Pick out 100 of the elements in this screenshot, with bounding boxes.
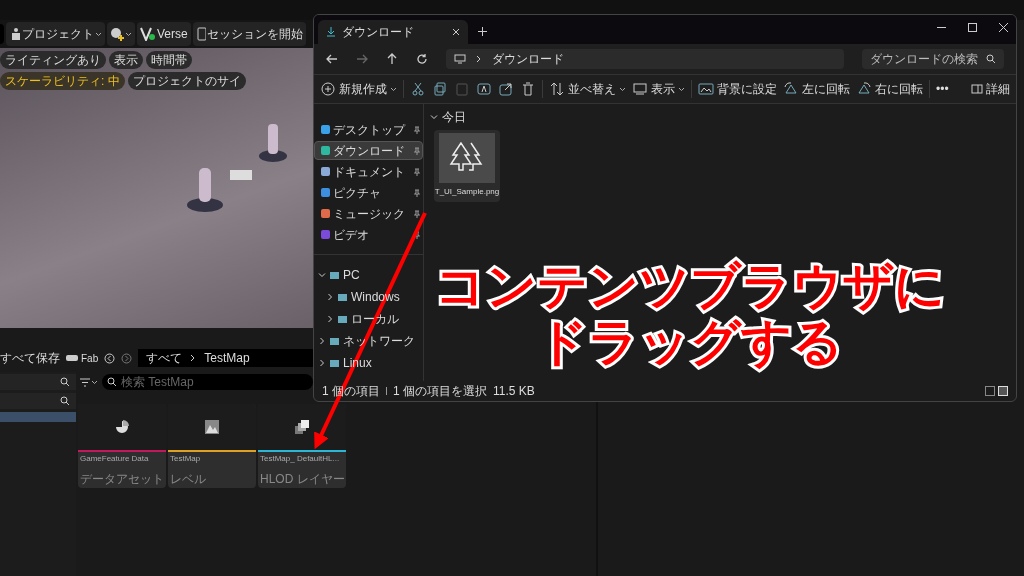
up-icon[interactable]: [386, 53, 398, 65]
share-icon: [498, 81, 514, 97]
back-icon[interactable]: [104, 352, 116, 364]
viewport-option-button[interactable]: ライティングあり: [0, 51, 106, 69]
asset-name: GameFeature Data: [80, 454, 150, 464]
pin-icon[interactable]: [414, 167, 420, 176]
nav-item[interactable]: ビデオ: [314, 225, 423, 244]
file-name: T_UI_Sample.png: [434, 186, 500, 198]
search-field[interactable]: ダウンロードの検索: [862, 49, 1004, 69]
breadcrumb-link[interactable]: TestMap: [204, 349, 250, 367]
rename-icon: [476, 81, 492, 97]
filter-icon[interactable]: [80, 377, 98, 387]
search-field[interactable]: [0, 393, 76, 409]
search-placeholder: 検索 TestMap: [121, 374, 194, 391]
command-button[interactable]: 新規作成: [320, 80, 397, 98]
trash-icon: [520, 81, 536, 97]
toolbar-button[interactable]: [107, 22, 135, 46]
command-button[interactable]: [476, 81, 492, 97]
asset-type: レベル: [170, 473, 207, 486]
command-button[interactable]: [410, 81, 426, 97]
viewport-option-button[interactable]: 時間帯: [146, 51, 192, 69]
command-button[interactable]: 並べ替え: [549, 80, 626, 98]
drive-icon: [338, 293, 347, 301]
shapes-icon: [110, 27, 124, 41]
tree-item[interactable]: ローカル: [314, 309, 423, 329]
toolbar-button[interactable]: Verse: [137, 22, 191, 46]
nav-label: ピクチャ: [333, 184, 382, 202]
group-header: 今日: [442, 109, 466, 126]
command-button[interactable]: 表示: [632, 80, 685, 98]
command-button[interactable]: 右に回転: [856, 80, 923, 98]
nav-label: デスクトップ: [333, 121, 407, 139]
pin-icon[interactable]: [414, 188, 420, 197]
close-tab-icon[interactable]: [452, 28, 460, 36]
command-button[interactable]: 背景に設定: [698, 80, 777, 98]
nav-item[interactable]: ピクチャ: [314, 183, 423, 202]
download-icon: [326, 27, 336, 37]
nav-item[interactable]: ドキュメント: [314, 162, 423, 181]
pie-chart-icon: [115, 420, 129, 434]
command-button[interactable]: [520, 81, 536, 97]
breadcrumb-link[interactable]: すべて: [146, 349, 183, 367]
tab[interactable]: ダウンロード: [318, 20, 468, 44]
layers-icon: [294, 419, 310, 435]
pin-icon[interactable]: [414, 125, 420, 134]
copy-icon: [432, 81, 448, 97]
paste-icon: [454, 81, 470, 97]
nav-label: ダウンロード: [333, 142, 406, 160]
annotation-text: ドラッグする: [537, 314, 843, 370]
drive-icon: [330, 271, 339, 279]
viewport-option-button[interactable]: スケーラビリティ: 中: [0, 72, 125, 90]
caret-icon: [678, 86, 685, 92]
details-view-icon[interactable]: [985, 386, 995, 396]
tiles-view-icon[interactable]: [998, 386, 1008, 396]
asset-type: データアセット: [80, 473, 164, 486]
nav-item[interactable]: ミュージック: [314, 204, 423, 223]
forward-icon[interactable]: [356, 53, 368, 65]
tree-item[interactable]: PC: [314, 265, 423, 285]
nav-item[interactable]: デスクトップ: [314, 120, 423, 139]
chevron-icon[interactable]: [318, 271, 326, 279]
figure-icon: [9, 27, 21, 41]
search-field[interactable]: [0, 374, 76, 390]
file-item[interactable]: T_UI_Sample.png: [434, 130, 500, 202]
refresh-icon[interactable]: [416, 53, 428, 65]
search-placeholder: ダウンロードの検索: [870, 51, 978, 68]
pin-icon[interactable]: [414, 230, 420, 239]
pin-icon[interactable]: [414, 209, 420, 218]
pin-icon[interactable]: [414, 146, 420, 155]
trees-icon: [439, 133, 495, 183]
viewport-option-button[interactable]: プロジェクトのサイ: [127, 72, 246, 90]
drive-icon: [330, 337, 339, 345]
command-button[interactable]: [498, 81, 514, 97]
chevron-icon[interactable]: [326, 293, 334, 301]
search-icon: [107, 377, 117, 387]
viewport-option-button[interactable]: 表示: [109, 51, 143, 69]
command-button[interactable]: 左に回転: [783, 80, 850, 98]
toolbar-button[interactable]: プロジェクト: [6, 22, 105, 46]
new-tab-icon[interactable]: [478, 27, 487, 36]
asset-tile[interactable]: GameFeature Data データアセット: [78, 404, 166, 488]
search-icon: [60, 377, 70, 387]
address-text: ダウンロード: [492, 51, 564, 68]
details-button[interactable]: 詳細: [971, 80, 1010, 98]
chevron-icon[interactable]: [326, 315, 334, 323]
wallpaper-icon: [698, 81, 714, 97]
command-button[interactable]: [432, 81, 448, 97]
chevron-icon[interactable]: [318, 337, 326, 345]
address-bar[interactable]: ダウンロード: [446, 49, 844, 69]
chevron-icon[interactable]: [430, 113, 438, 121]
fab-button[interactable]: Fab: [66, 350, 99, 366]
asset-tile[interactable]: TestMap レベル: [168, 404, 256, 488]
forward-icon[interactable]: [121, 352, 133, 364]
mountain-icon: [205, 420, 219, 434]
chevron-icon[interactable]: [318, 359, 326, 367]
close-icon[interactable]: [999, 23, 1008, 32]
toolbar-button[interactable]: セッションを開始: [192, 22, 306, 46]
asset-tile[interactable]: TestMap_ DefaultHL... HLOD レイヤー: [258, 404, 346, 488]
search-field[interactable]: 検索 TestMap: [102, 374, 313, 390]
save-all-button[interactable]: すべて保存: [0, 349, 60, 367]
maximize-icon[interactable]: [968, 23, 977, 32]
more-button[interactable]: •••: [936, 80, 949, 98]
back-icon[interactable]: [326, 53, 338, 65]
nav-item[interactable]: ダウンロード: [314, 141, 423, 160]
